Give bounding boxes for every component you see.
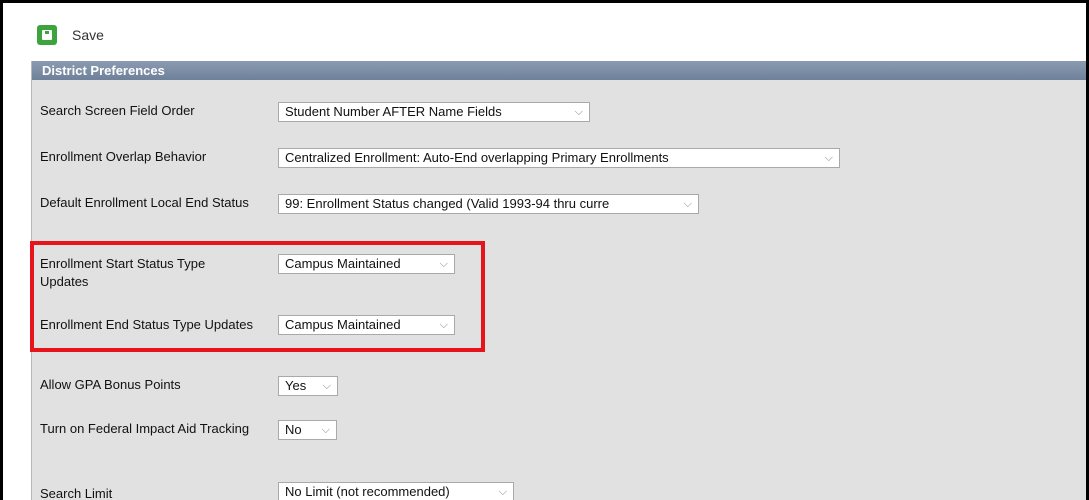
field-label-enrollment-overlap-behavior: Enrollment Overlap Behavior xyxy=(40,149,207,164)
chevron-down-icon: ⌵ xyxy=(498,486,507,498)
default-enrollment-local-end-status-select[interactable]: 99: Enrollment Status changed (Valid 199… xyxy=(278,194,699,214)
select-value: Centralized Enrollment: Auto-End overlap… xyxy=(285,150,669,165)
chevron-down-icon: ⌵ xyxy=(321,424,330,436)
chevron-down-icon: ⌵ xyxy=(824,152,833,164)
chevron-down-icon: ⌵ xyxy=(683,198,692,210)
turn-on-federal-impact-aid-tracking-select[interactable]: No ⌵ xyxy=(278,420,337,440)
field-label-turn-on-federal-impact-aid-tracking: Turn on Federal Impact Aid Tracking xyxy=(40,421,250,436)
window-frame: Save District Preferences Search Screen … xyxy=(0,0,1089,500)
toolbar: Save xyxy=(3,3,1086,61)
panel-title: District Preferences xyxy=(32,61,1086,80)
select-value: Student Number AFTER Name Fields xyxy=(285,104,502,119)
select-value: No Limit (not recommended) xyxy=(285,484,450,499)
search-screen-field-order-select[interactable]: Student Number AFTER Name Fields ⌵ xyxy=(278,102,590,122)
field-label-default-enrollment-local-end-status: Default Enrollment Local End Status xyxy=(40,195,249,210)
field-label-search-limit: Search Limit xyxy=(40,486,113,500)
field-label-search-screen-field-order: Search Screen Field Order xyxy=(40,103,195,118)
select-value: No xyxy=(285,422,302,437)
annotation-highlight-box xyxy=(30,241,485,352)
save-label: Save xyxy=(72,27,104,43)
chevron-down-icon: ⌵ xyxy=(574,106,583,118)
chevron-down-icon: ⌵ xyxy=(322,380,331,392)
select-value: 99: Enrollment Status changed (Valid 199… xyxy=(285,196,610,211)
field-label-allow-gpa-bonus-points: Allow GPA Bonus Points xyxy=(40,377,181,392)
save-button[interactable]: Save xyxy=(37,25,104,45)
save-icon xyxy=(37,25,57,45)
allow-gpa-bonus-points-select[interactable]: Yes ⌵ xyxy=(278,376,338,396)
search-limit-select[interactable]: No Limit (not recommended) ⌵ xyxy=(278,482,514,500)
select-value: Yes xyxy=(285,378,307,393)
enrollment-overlap-behavior-select[interactable]: Centralized Enrollment: Auto-End overlap… xyxy=(278,148,840,168)
